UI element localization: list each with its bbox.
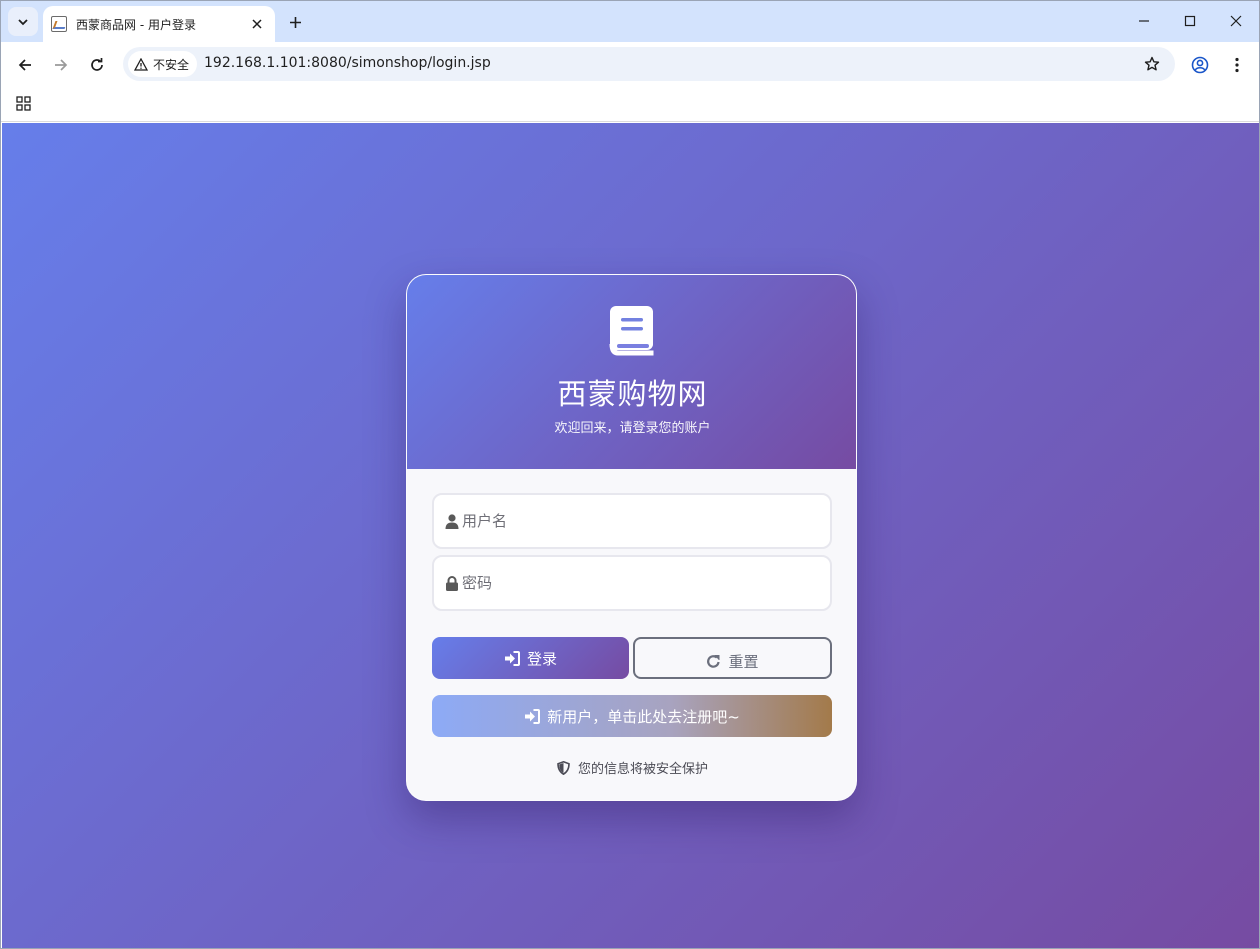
warning-icon xyxy=(134,57,148,71)
browser-window: 西蒙商品网 - 用户登录 不安全 192.168.1.101:8080/simo… xyxy=(0,0,1260,949)
close-window-button[interactable] xyxy=(1213,5,1259,37)
login-card-header: 西蒙购物网 欢迎回来，请登录您的账户 xyxy=(407,275,856,469)
chevron-down-icon xyxy=(18,18,28,25)
close-tab-icon[interactable] xyxy=(249,16,265,32)
browser-toolbar: 不安全 192.168.1.101:8080/simonshop/login.j… xyxy=(1,42,1259,87)
user-icon xyxy=(445,514,459,529)
site-info-chip[interactable]: 不安全 xyxy=(128,51,198,77)
new-tab-button[interactable] xyxy=(283,10,307,34)
password-field[interactable] xyxy=(432,555,832,611)
tab-title: 西蒙商品网 - 用户登录 xyxy=(76,17,196,32)
apps-grid-icon[interactable] xyxy=(14,94,32,112)
more-vertical-icon xyxy=(1235,57,1239,73)
maximize-button[interactable] xyxy=(1167,5,1213,37)
password-input[interactable] xyxy=(462,557,822,609)
profile-icon xyxy=(1191,56,1209,74)
shield-icon xyxy=(557,760,570,775)
active-tab[interactable]: 西蒙商品网 - 用户登录 xyxy=(43,6,275,42)
reset-button[interactable]: 重置 xyxy=(633,637,832,679)
security-note: 您的信息将被安全保护 xyxy=(407,758,856,777)
security-label: 不安全 xyxy=(153,57,190,72)
back-button[interactable] xyxy=(10,50,40,80)
page-favicon-icon xyxy=(51,16,67,32)
maximize-icon xyxy=(1184,15,1196,27)
register-button[interactable]: 新用户，单击此处去注册吧~ xyxy=(432,695,832,737)
welcome-subtitle: 欢迎回来，请登录您的账户 xyxy=(554,421,711,436)
book-icon xyxy=(609,306,654,356)
reload-icon xyxy=(91,58,103,71)
login-button[interactable]: 登录 xyxy=(432,637,629,679)
menu-button[interactable] xyxy=(1222,50,1252,80)
login-card: 西蒙购物网 欢迎回来，请登录您的账户 登录 重置 新用户，单 xyxy=(406,274,857,801)
bookmarks-bar xyxy=(1,87,1259,122)
star-icon xyxy=(1144,56,1160,71)
reload-button[interactable] xyxy=(82,50,112,80)
tab-search-button[interactable] xyxy=(8,7,38,36)
profile-button[interactable] xyxy=(1185,50,1215,80)
reset-button-label: 重置 xyxy=(728,652,759,671)
minimize-icon xyxy=(1139,20,1149,22)
redo-icon xyxy=(707,654,721,668)
brand-title: 西蒙购物网 xyxy=(557,377,708,411)
username-field[interactable] xyxy=(432,493,832,549)
arrow-right-icon xyxy=(55,59,68,71)
url-text[interactable]: 192.168.1.101:8080/simonshop/login.jsp xyxy=(204,55,491,71)
lock-icon xyxy=(446,576,458,591)
minimize-button[interactable] xyxy=(1121,5,1167,37)
bookmark-star-button[interactable] xyxy=(1143,55,1161,73)
sign-in-icon xyxy=(525,708,541,724)
login-button-label: 登录 xyxy=(526,649,557,668)
address-bar[interactable]: 不安全 192.168.1.101:8080/simonshop/login.j… xyxy=(123,47,1175,81)
sign-in-icon xyxy=(504,650,520,666)
username-input[interactable] xyxy=(462,495,822,547)
arrow-left-icon xyxy=(18,59,31,71)
register-button-label: 新用户，单击此处去注册吧~ xyxy=(547,707,740,726)
tab-strip: 西蒙商品网 - 用户登录 xyxy=(1,1,1259,42)
plus-icon xyxy=(289,16,301,28)
security-note-text: 您的信息将被安全保护 xyxy=(577,762,708,777)
forward-button[interactable] xyxy=(46,50,76,80)
close-icon xyxy=(1230,15,1242,27)
page-viewport: 西蒙购物网 欢迎回来，请登录您的账户 登录 重置 新用户，单 xyxy=(2,123,1259,948)
